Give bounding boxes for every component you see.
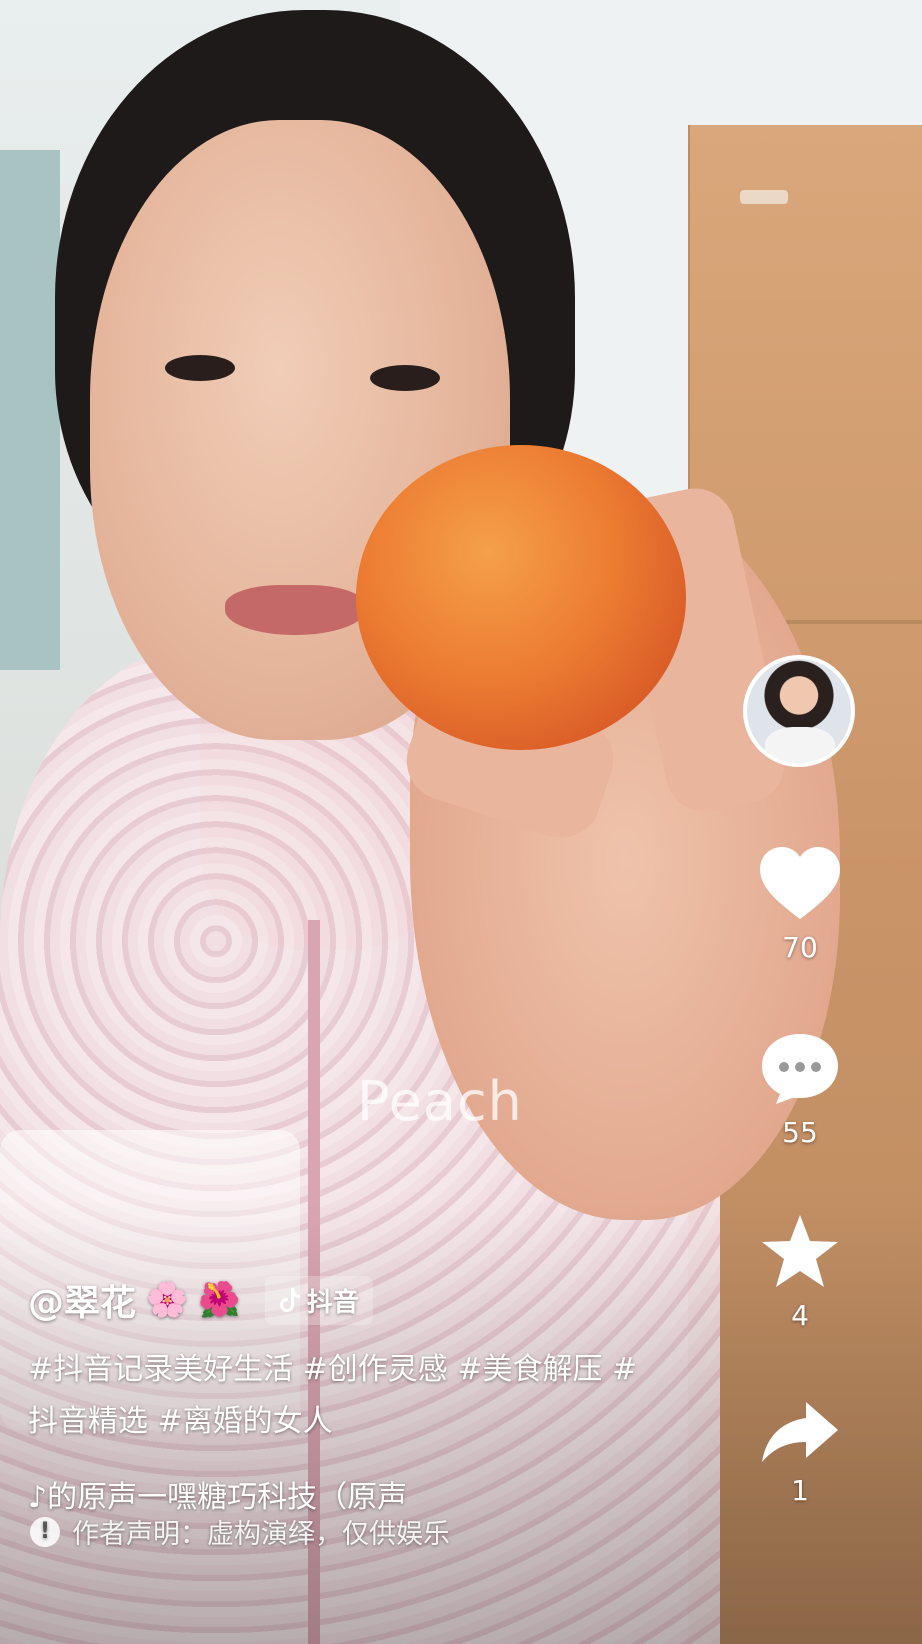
author-handle[interactable]: @翠花 [28, 1274, 136, 1326]
favorite-button[interactable]: 4 [740, 1213, 860, 1332]
star-icon [762, 1215, 838, 1287]
platform-badge-label: 抖音 [306, 1287, 359, 1318]
author-row: @翠花 🌸 🌺 抖音 [28, 1270, 708, 1330]
author-disclaimer: ! 作者声明：虚构演绎，仅供娱乐 [30, 1512, 450, 1551]
person-eye-right [370, 365, 440, 391]
door-handle [740, 190, 788, 204]
info-icon: ! [30, 1516, 60, 1547]
person-mouth [225, 585, 365, 635]
video-screen[interactable]: Peach 70 55 4 1 @翠花 🌸 🌺 抖音 #抖音记录美好生活 #创作… [0, 0, 922, 1644]
flower-emoji-pink: 🌸 [146, 1280, 189, 1320]
share-count: 1 [791, 1474, 809, 1507]
peach-fruit [356, 445, 686, 750]
disclaimer-text: 作者声明：虚构演绎，仅供娱乐 [72, 1519, 450, 1550]
flower-emoji-red: 🌺 [198, 1280, 241, 1320]
like-button[interactable]: 70 [740, 845, 860, 964]
avatar-figure [765, 727, 835, 763]
comment-button[interactable]: 55 [740, 1030, 860, 1149]
platform-badge[interactable]: 抖音 [264, 1275, 373, 1325]
share-button[interactable]: 1 [740, 1400, 860, 1507]
background-window-frame [0, 150, 60, 670]
share-arrow-icon [762, 1402, 838, 1462]
video-info: @翠花 🌸 🌺 抖音 #抖音记录美好生活 #创作灵感 #美食解压 #抖音精选 #… [28, 1270, 708, 1516]
music-info[interactable]: ♪的原声一嘿糖巧科技（原声 [28, 1472, 708, 1516]
author-avatar[interactable] [743, 655, 855, 767]
video-overlay-text: Peach [357, 1070, 523, 1133]
favorite-count: 4 [791, 1299, 809, 1332]
like-count: 70 [782, 931, 818, 964]
person-eye-left [165, 355, 235, 381]
tiktok-note-icon [279, 1288, 300, 1312]
comment-count: 55 [782, 1116, 818, 1149]
heart-icon [760, 847, 840, 919]
video-description[interactable]: #抖音记录美好生活 #创作灵感 #美食解压 #抖音精选 #离婚的女人 [28, 1344, 648, 1448]
comment-bubble-icon [762, 1034, 838, 1104]
